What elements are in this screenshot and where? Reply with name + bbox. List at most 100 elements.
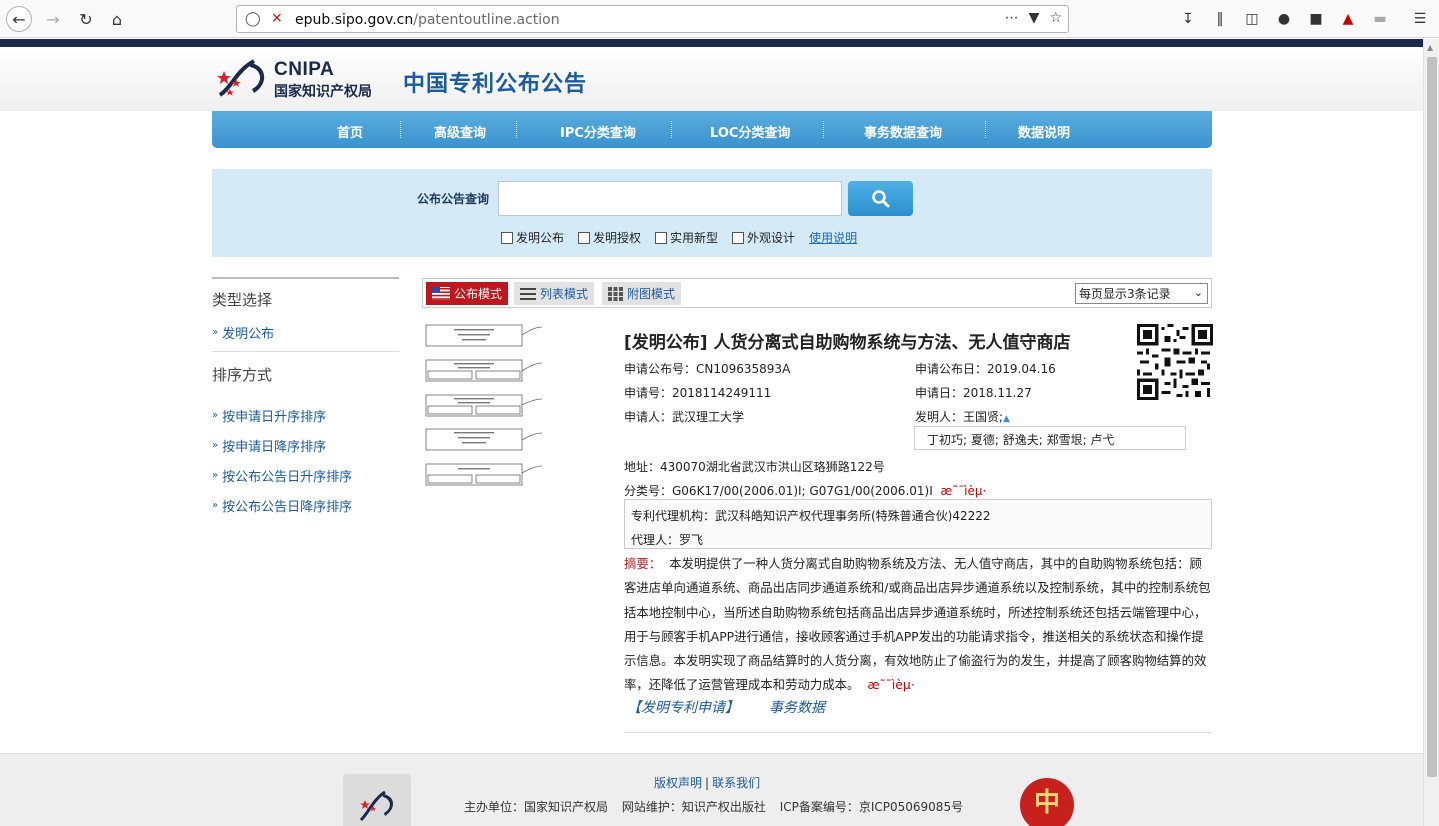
- nav-affairs-search[interactable]: 事务数据查询: [864, 122, 942, 141]
- checkbox-design[interactable]: 外观设计: [732, 229, 795, 246]
- sort-app-date-asc[interactable]: » 按申请日升序排序: [212, 400, 399, 430]
- reload-icon[interactable]: ↻: [73, 6, 99, 32]
- search-panel: 公布公告查询 发明公布 发明授权 实用新型 外观设计 使用说明: [212, 169, 1212, 257]
- nav-separator: [671, 121, 672, 138]
- nav-home[interactable]: 首页: [337, 122, 363, 141]
- list-mode-button[interactable]: 列表模式: [514, 282, 595, 305]
- forward-icon[interactable]: →: [40, 6, 66, 32]
- insecure-lock-icon[interactable]: ⨯: [271, 10, 283, 26]
- grid-icon: [608, 286, 623, 301]
- inventor: 发明人：王国贤;: [915, 410, 1004, 424]
- page: CNIPA 国家知识产权局 中国专利公布公告 首页 高级查询 IPC分类查询 L…: [0, 39, 1423, 826]
- mode-label: 附图模式: [627, 287, 676, 301]
- checkbox-box[interactable]: [732, 231, 745, 244]
- footer-info: 主办单位：国家知识产权局 网站维护：知识产权出版社 ICP备案编号：京ICP05…: [464, 798, 973, 815]
- nav-separator: [985, 121, 986, 138]
- copyright-link[interactable]: 版权声明: [654, 776, 702, 790]
- home-icon[interactable]: ⌂: [104, 6, 130, 32]
- list-icon: [520, 287, 536, 300]
- record-title[interactable]: [发明公布] 人货分离式自助购物系统与方法、无人值守商店: [624, 328, 1070, 353]
- checkbox-label: 实用新型: [670, 231, 719, 245]
- more-link[interactable]: æ˜¯ìèµ·: [867, 677, 914, 692]
- patent-drawing-thumbnail[interactable]: [424, 323, 554, 493]
- search-input[interactable]: [498, 181, 842, 216]
- sort-app-date-desc[interactable]: » 按申请日降序排序: [212, 430, 399, 460]
- pdf-extension-icon[interactable]: ▲: [1339, 10, 1357, 28]
- double-chevron-icon: »: [212, 499, 219, 511]
- per-page-select[interactable]: 每页显示3条记录 ⌄: [1075, 283, 1208, 304]
- search-button[interactable]: [848, 181, 913, 216]
- url-path: /patentoutline.action: [413, 12, 560, 28]
- applicant: 申请人：武汉理工大学: [624, 410, 745, 424]
- menu-icon[interactable]: ☰: [1411, 10, 1429, 28]
- usage-help-link[interactable]: 使用说明: [809, 229, 857, 246]
- sort-pub-date-asc[interactable]: » 按公布公告日升序排序: [212, 460, 399, 490]
- nav-data-description[interactable]: 数据说明: [1018, 122, 1070, 141]
- library-icon[interactable]: ‖: [1211, 10, 1229, 28]
- type-section-title: 类型选择: [212, 277, 399, 317]
- sidebar-icon[interactable]: ◫: [1243, 10, 1261, 28]
- main-nav: 首页 高级查询 IPC分类查询 LOC分类查询 事务数据查询 数据说明: [212, 111, 1212, 148]
- nav-separator: [400, 121, 401, 138]
- download-icon[interactable]: ↧: [1179, 10, 1197, 28]
- logo-text-cn: 国家知识产权局: [274, 84, 372, 100]
- contact-link[interactable]: 联系我们: [712, 776, 760, 790]
- classification-field: 分类号：G06K17/00(2006.01)I; G07G1/00(2006.0…: [624, 482, 986, 499]
- application-number: 申请号：2018114249111: [624, 386, 772, 400]
- agency-box: 专利代理机构：武汉科皓知识产权代理事务所(特殊普通合伙)42222 代理人：罗飞: [624, 499, 1212, 549]
- patent-agency: 专利代理机构：武汉科皓知识产权代理事务所(特殊普通合伙)42222: [631, 509, 991, 523]
- type-item-invention-publication[interactable]: » 发明公布: [212, 317, 399, 347]
- mode-label: 列表模式: [540, 287, 589, 301]
- logo-text-en: CNIPA: [274, 59, 335, 80]
- more-link[interactable]: æ˜¯ìèµ·: [940, 484, 986, 498]
- figure-mode-button[interactable]: 附图模式: [602, 282, 682, 305]
- nav-loc-search[interactable]: LOC分类查询: [710, 122, 790, 141]
- extension-icon[interactable]: ■: [1307, 10, 1325, 28]
- flag-icon: [432, 287, 450, 300]
- inventor-field: 发明人：王国贤;▲: [915, 408, 1010, 425]
- checkbox-box[interactable]: [501, 231, 513, 244]
- abstract: 摘要： 本发明提供了一种人货分离式自助购物系统及方法、无人值守商店，其中的自助购…: [624, 552, 1212, 698]
- account-icon[interactable]: ●: [1275, 10, 1293, 28]
- top-stripe: [0, 39, 1423, 47]
- footer: 版权声明 | 联系我们 主办单位：国家知识产权局 网站维护：知识产权出版社 ICP备…: [0, 753, 1423, 826]
- back-icon[interactable]: ←: [6, 6, 32, 32]
- checkbox-box[interactable]: [655, 231, 668, 244]
- inventors-expanded: 丁初巧; 夏德; 舒逸夫; 郑雪垠; 卢弋: [914, 426, 1186, 450]
- bookmark-star-icon[interactable]: ☆: [1049, 10, 1062, 26]
- icp-record: ICP备案编号：京ICP05069085号: [779, 800, 964, 814]
- checkbox-box[interactable]: [578, 231, 591, 244]
- per-page-value: 每页显示3条记录: [1079, 287, 1171, 301]
- invention-application-link[interactable]: 【发明专利申请】: [627, 697, 739, 717]
- publication-number: 申请公布号：CN109635893A: [624, 362, 791, 376]
- double-chevron-icon: »: [212, 409, 219, 421]
- cnipa-footer-logo-mark: [359, 790, 394, 822]
- separator: |: [705, 776, 710, 790]
- mode-label: 公布模式: [454, 287, 503, 301]
- footer-logo: [343, 774, 411, 826]
- sort-pub-date-desc[interactable]: » 按公布公告日降序排序: [212, 490, 399, 520]
- scroll-up-icon[interactable]: ▲: [1427, 43, 1433, 52]
- url-text[interactable]: epub.sipo.gov.cn/patentoutline.action: [295, 12, 560, 28]
- sidebar-link-label: 按申请日降序排序: [222, 439, 327, 455]
- nav-advanced-search[interactable]: 高级查询: [434, 122, 486, 141]
- extension-gray-icon[interactable]: ▬: [1371, 10, 1389, 28]
- site-maintainer: 网站维护：知识产权出版社: [621, 800, 766, 814]
- nav-ipc-search[interactable]: IPC分类查询: [560, 122, 636, 141]
- more-actions-icon[interactable]: ⋯: [1005, 10, 1019, 26]
- checkbox-invention-publication[interactable]: 发明公布: [501, 229, 564, 246]
- affairs-data-link[interactable]: 事务数据: [769, 697, 825, 717]
- pocket-icon[interactable]: ▼: [1029, 10, 1040, 26]
- gov-badge-icon[interactable]: 中: [1020, 778, 1074, 826]
- scrollbar[interactable]: ▲: [1423, 39, 1439, 826]
- url-bar[interactable]: ◯ ⨯ epub.sipo.gov.cn/patentoutline.actio…: [236, 5, 1069, 33]
- checkbox-utility-model[interactable]: 实用新型: [655, 229, 718, 246]
- publish-mode-button[interactable]: 公布模式: [426, 282, 509, 305]
- collapse-arrow-icon[interactable]: ▲: [1003, 414, 1010, 424]
- double-chevron-icon: »: [212, 439, 219, 451]
- shield-icon[interactable]: ◯: [245, 11, 261, 27]
- cnipa-logo[interactable]: CNIPA 国家知识产权局: [214, 55, 379, 103]
- sidebar-link-label: 按公布公告日升序排序: [222, 469, 353, 485]
- scroll-thumb[interactable]: [1427, 57, 1437, 777]
- checkbox-invention-grant[interactable]: 发明授权: [578, 229, 641, 246]
